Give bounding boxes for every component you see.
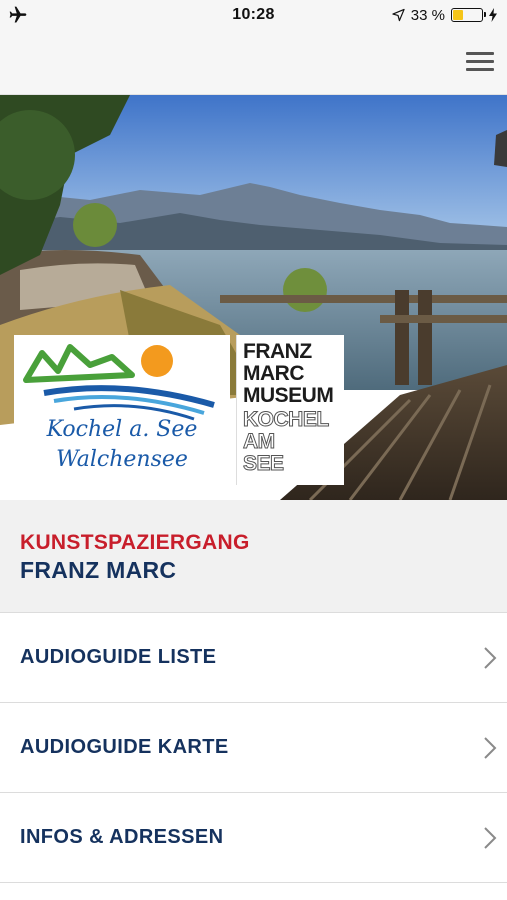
menu-item-label: AUDIOGUIDE LISTE [20, 646, 217, 668]
battery-percent: 33 % [410, 6, 445, 24]
battery-icon [451, 8, 486, 22]
menu-item-infos-adressen[interactable]: INFOS & ADRESSEN [0, 793, 507, 883]
fmm-line2: MARC [243, 362, 305, 385]
kochel-logo-graphic [23, 344, 215, 421]
fmm-line5: AM [243, 430, 276, 453]
kochel-walchensee-logo: Kochel a. See Walchensee [14, 335, 230, 485]
charging-bolt-icon [489, 8, 497, 22]
location-arrow-icon [392, 8, 405, 22]
hero-image: Kochel a. See Walchensee FRANZ MARC MUSE… [0, 95, 507, 500]
status-right: 33 % [392, 6, 497, 24]
fmm-line6: SEE [243, 452, 285, 475]
menu-item-audioguide-liste[interactable]: AUDIOGUIDE LISTE [0, 613, 507, 703]
kochel-line2: Walchensee [56, 447, 188, 472]
nav-bar [0, 30, 507, 95]
chevron-right-icon [484, 647, 497, 669]
fmm-line4: KOCHEL [243, 408, 330, 431]
menu-item-label: INFOS & ADRESSEN [20, 826, 224, 848]
menu-item-label: AUDIOGUIDE KARTE [20, 736, 229, 758]
fmm-line3: MUSEUM [243, 384, 334, 407]
page-header: KUNSTSPAZIERGANG FRANZ MARC [0, 500, 507, 613]
page-kicker: KUNSTSPAZIERGANG [20, 531, 250, 554]
fmm-line1: FRANZ [243, 340, 312, 363]
chevron-right-icon [484, 827, 497, 849]
kochel-line1: Kochel a. See [46, 417, 198, 442]
battery-fill [453, 10, 463, 20]
hamburger-menu-icon[interactable] [466, 50, 494, 74]
menu-item-audioguide-karte[interactable]: AUDIOGUIDE KARTE [0, 703, 507, 793]
status-bar: 10:28 33 % [0, 0, 507, 30]
franz-marc-museum-logo: FRANZ MARC MUSEUM KOCHEL AM SEE [236, 335, 344, 485]
page-title: FRANZ MARC [20, 557, 177, 583]
chevron-right-icon [484, 737, 497, 759]
